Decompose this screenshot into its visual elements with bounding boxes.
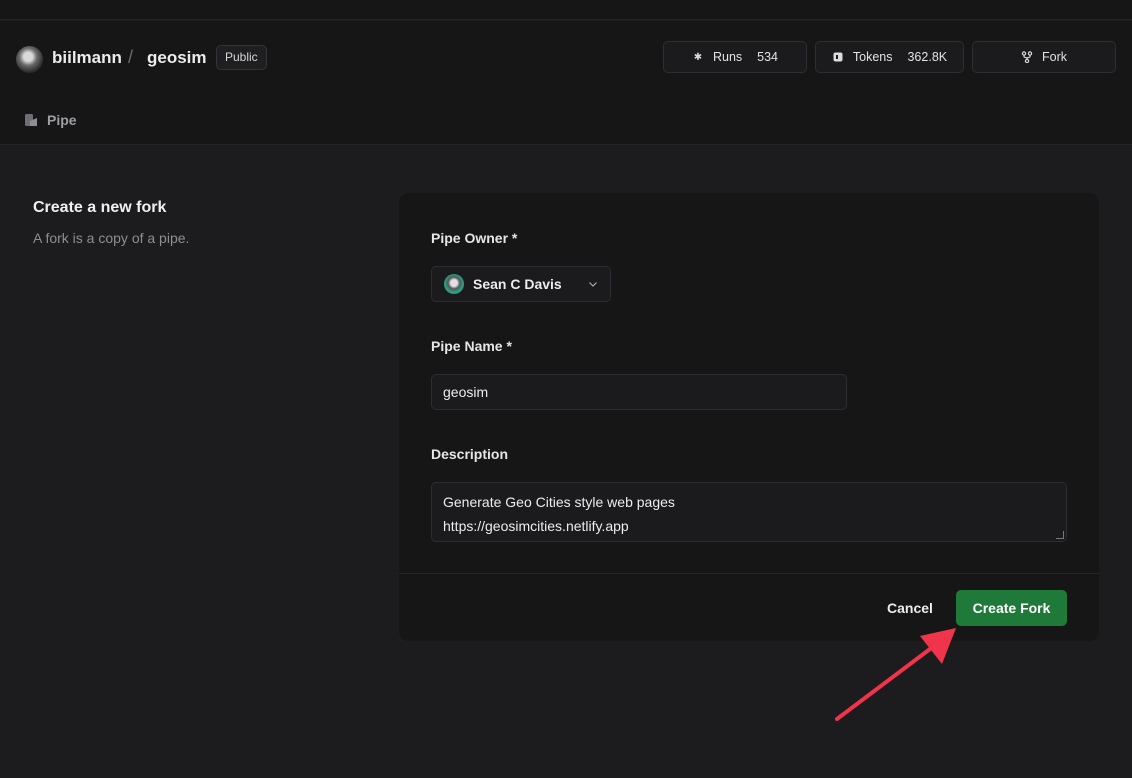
- page-title: Create a new fork: [33, 199, 167, 216]
- owner-link[interactable]: biilmann: [52, 48, 122, 68]
- pipe-icon: [25, 114, 37, 126]
- pipe-name-label: Pipe Name *: [431, 338, 512, 354]
- breadcrumb-separator: /: [128, 47, 134, 67]
- annotation-arrow-icon: [835, 628, 956, 721]
- resize-handle-icon[interactable]: [1056, 531, 1064, 539]
- fork-icon: [1021, 51, 1033, 63]
- fork-button[interactable]: Fork: [972, 41, 1116, 73]
- runs-button[interactable]: ✱ Runs 534: [663, 41, 807, 73]
- chevron-down-icon: [589, 282, 597, 287]
- pipe-name-input[interactable]: geosim: [431, 374, 847, 410]
- tab-pipe-label: Pipe: [47, 112, 77, 128]
- owner-select-value: Sean C Davis: [473, 276, 562, 292]
- fork-label: Fork: [1042, 50, 1067, 64]
- description-textarea[interactable]: Generate Geo Cities style web pages http…: [431, 482, 1067, 542]
- visibility-badge: Public: [216, 45, 267, 70]
- window-top-strip: [0, 0, 1132, 20]
- asterisk-icon: ✱: [693, 51, 703, 63]
- runs-value: 534: [757, 50, 779, 64]
- tab-pipe[interactable]: Pipe: [24, 112, 77, 128]
- fork-form-card: Pipe Owner * Sean C Davis Pipe Name * ge…: [399, 193, 1099, 641]
- tokens-label: Tokens: [852, 50, 893, 64]
- card-divider: [399, 573, 1099, 574]
- description-line: Generate Geo Cities style web pages: [443, 494, 675, 510]
- create-fork-button[interactable]: Create Fork: [956, 590, 1067, 626]
- token-icon: [832, 51, 844, 63]
- description-line: https://geosimcities.netlify.app: [443, 518, 629, 534]
- tokens-button[interactable]: Tokens 362.8K: [815, 41, 964, 73]
- runs-label: Runs: [712, 50, 743, 64]
- pipe-owner-select[interactable]: Sean C Davis: [431, 266, 611, 302]
- owner-avatar[interactable]: [16, 46, 43, 73]
- tokens-value: 362.8K: [907, 50, 948, 64]
- description-label: Description: [431, 446, 509, 462]
- pipe-name-link[interactable]: geosim: [147, 48, 207, 68]
- pipe-owner-label: Pipe Owner *: [431, 230, 518, 246]
- pipe-header: biilmann / geosim Public ✱ Runs 534 Toke…: [0, 21, 1132, 145]
- owner-select-avatar: [444, 274, 464, 294]
- page-subtitle: A fork is a copy of a pipe.: [33, 230, 190, 246]
